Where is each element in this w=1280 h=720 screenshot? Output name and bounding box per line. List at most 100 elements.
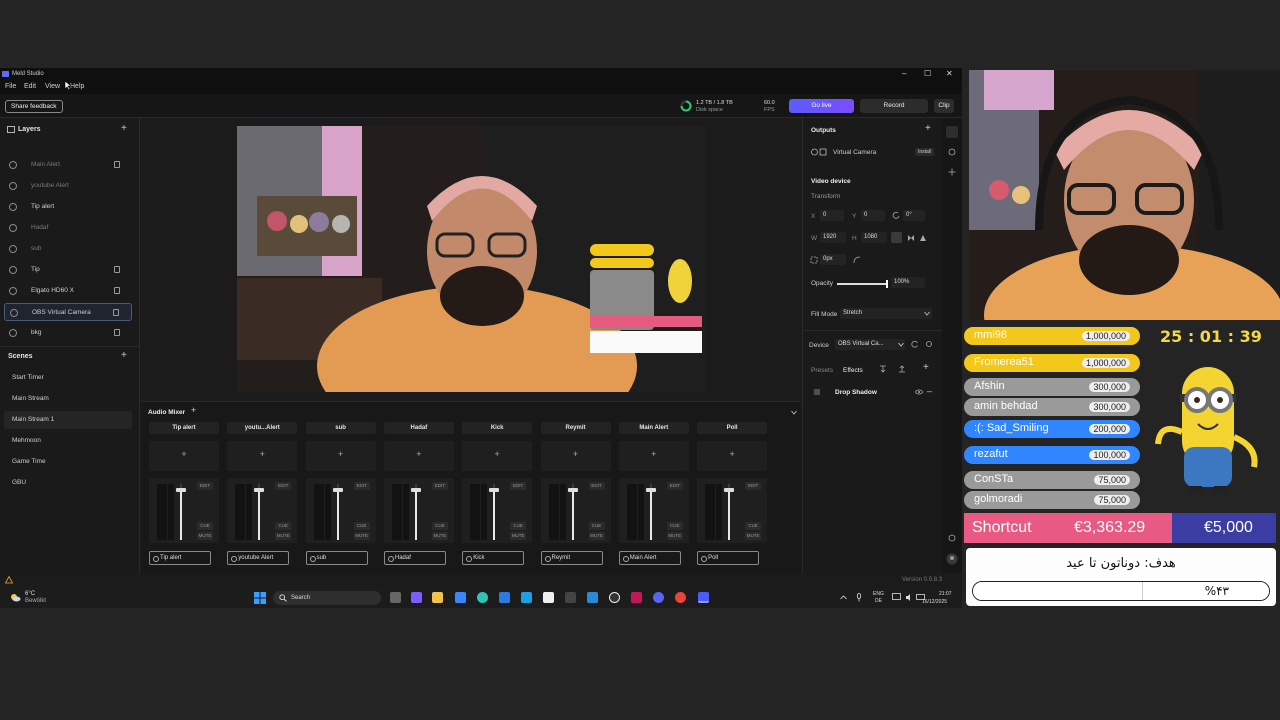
add-audio-filter-button[interactable]: + <box>462 441 533 471</box>
add-audio-button[interactable]: + <box>191 405 196 415</box>
presets-tab[interactable]: Presets <box>811 367 833 374</box>
layer-youtube-alert[interactable]: youtube Alert <box>4 177 132 195</box>
record-button[interactable]: Record <box>860 99 928 113</box>
account-avatar-icon[interactable] <box>946 553 958 565</box>
layer-sub[interactable]: sub <box>4 240 132 258</box>
layer-elgato[interactable]: Elgato HD60 X <box>4 282 132 300</box>
collapse-chevron-icon[interactable] <box>791 410 797 415</box>
rider-icon[interactable] <box>631 592 642 603</box>
settings-icon[interactable] <box>925 340 933 348</box>
refresh-icon[interactable] <box>911 340 919 348</box>
menu-help[interactable]: Help <box>70 83 84 90</box>
cue-button[interactable]: CUE <box>275 522 292 530</box>
channel-source-label[interactable]: Tip alert <box>149 551 211 565</box>
chat-icon[interactable] <box>948 148 956 156</box>
close-button[interactable]: ✕ <box>946 69 953 78</box>
cue-button[interactable]: CUE <box>197 522 213 530</box>
add-audio-filter-button[interactable]: + <box>618 441 689 471</box>
add-output-button[interactable]: + <box>925 123 931 134</box>
layer-tip[interactable]: Tip <box>4 261 132 279</box>
properties-icon[interactable] <box>946 126 958 138</box>
edit-button[interactable]: EDIT <box>353 482 370 490</box>
layer-hadaf[interactable]: Hadaf <box>4 219 132 237</box>
microphone-icon[interactable] <box>856 593 862 602</box>
volume-fader-knob[interactable] <box>567 488 578 492</box>
sort-down-icon[interactable] <box>879 365 887 373</box>
corner-radius-field[interactable]: 0px <box>820 254 846 265</box>
edit-button[interactable]: EDIT <box>510 482 527 490</box>
cue-button[interactable]: CUE <box>510 522 527 530</box>
edit-button[interactable]: EDIT <box>275 482 292 490</box>
channel-header[interactable]: Hadaf <box>383 422 454 434</box>
volume-icon[interactable] <box>905 593 914 602</box>
volume-fader-knob[interactable] <box>724 488 735 492</box>
menu-file[interactable]: File <box>5 83 16 90</box>
channel-header[interactable]: youtu...Alert <box>227 422 298 434</box>
layer-bkg[interactable]: bkg <box>4 324 132 342</box>
add-audio-filter-button[interactable]: + <box>305 441 376 471</box>
layer-main-alert[interactable]: Main Alert <box>4 156 132 174</box>
outlook-icon[interactable] <box>499 592 510 603</box>
add-layer-button[interactable]: + <box>121 123 127 134</box>
mute-button[interactable]: MUTE <box>275 532 292 540</box>
volume-fader-knob[interactable] <box>176 488 186 492</box>
warning-icon[interactable] <box>5 576 13 584</box>
meld-studio-taskbar-icon[interactable] <box>698 592 709 603</box>
y-field[interactable]: 0 <box>861 210 885 221</box>
cue-button[interactable]: CUE <box>588 522 605 530</box>
add-audio-filter-button[interactable]: + <box>697 441 768 471</box>
chevron-up-icon[interactable] <box>840 595 847 600</box>
scene-mehmoon[interactable]: Mehmoon <box>4 432 132 450</box>
network-icon[interactable] <box>892 593 902 602</box>
add-effect-button[interactable]: + <box>923 362 929 373</box>
mail-icon[interactable] <box>521 592 532 603</box>
terminal-icon[interactable] <box>565 592 576 603</box>
lock-icon[interactable] <box>114 161 120 168</box>
minimize-button[interactable]: – <box>902 69 906 78</box>
fill-mode-select[interactable]: Stretch <box>840 308 932 319</box>
channel-source-label[interactable]: Hadaf <box>383 551 446 565</box>
add-scene-button[interactable]: + <box>121 350 127 361</box>
edit-button[interactable]: EDIT <box>745 482 762 490</box>
lock-icon[interactable] <box>114 287 120 294</box>
channel-source-label[interactable]: Poll <box>697 551 760 565</box>
store-icon[interactable] <box>455 592 466 603</box>
add-audio-filter-button[interactable]: + <box>540 441 611 471</box>
integrations-icon[interactable] <box>948 168 956 176</box>
mute-button[interactable]: MUTE <box>666 532 683 540</box>
edit-button[interactable]: EDIT <box>431 482 448 490</box>
weather-icon[interactable] <box>9 591 21 603</box>
edit-button[interactable]: EDIT <box>666 482 683 490</box>
language-2[interactable]: DE <box>875 598 882 604</box>
cue-button[interactable]: CUE <box>431 522 448 530</box>
channel-source-label[interactable]: youtube Alert <box>227 551 290 565</box>
channel-source-label[interactable]: sub <box>305 551 368 565</box>
mute-button[interactable]: MUTE <box>588 532 605 540</box>
taskbar-search-box[interactable]: Search <box>273 591 381 605</box>
mute-button[interactable]: MUTE <box>197 532 213 540</box>
cue-button[interactable]: CUE <box>353 522 370 530</box>
channel-header[interactable]: Poll <box>697 422 768 434</box>
flip-vertical-icon[interactable] <box>919 234 927 242</box>
corner-style-icon[interactable] <box>853 256 861 264</box>
channel-source-label[interactable]: Main Alert <box>618 551 681 565</box>
scene-main-stream-1[interactable]: Main Stream 1 <box>4 411 132 429</box>
lock-icon[interactable] <box>114 329 120 336</box>
width-field[interactable]: 1920 <box>820 232 846 243</box>
device-select[interactable]: OBS Virtual Ca... <box>835 339 905 350</box>
lock-icon[interactable] <box>114 266 120 273</box>
scene-main-stream[interactable]: Main Stream <box>4 390 132 408</box>
channel-header[interactable]: Kick <box>462 422 533 434</box>
app-icon-1[interactable] <box>543 592 554 603</box>
install-button[interactable]: Install <box>915 148 935 156</box>
height-field[interactable]: 1080 <box>861 232 887 243</box>
go-live-button[interactable]: Go live <box>789 99 854 113</box>
mute-button[interactable]: MUTE <box>431 532 448 540</box>
volume-fader-knob[interactable] <box>645 488 656 492</box>
chrome-icon[interactable] <box>675 592 686 603</box>
copilot-icon[interactable] <box>411 592 422 603</box>
file-explorer-icon[interactable] <box>432 592 443 603</box>
channel-source-label[interactable]: Kick <box>462 551 525 565</box>
mute-button[interactable]: MUTE <box>745 532 762 540</box>
add-audio-filter-button[interactable]: + <box>383 441 454 471</box>
